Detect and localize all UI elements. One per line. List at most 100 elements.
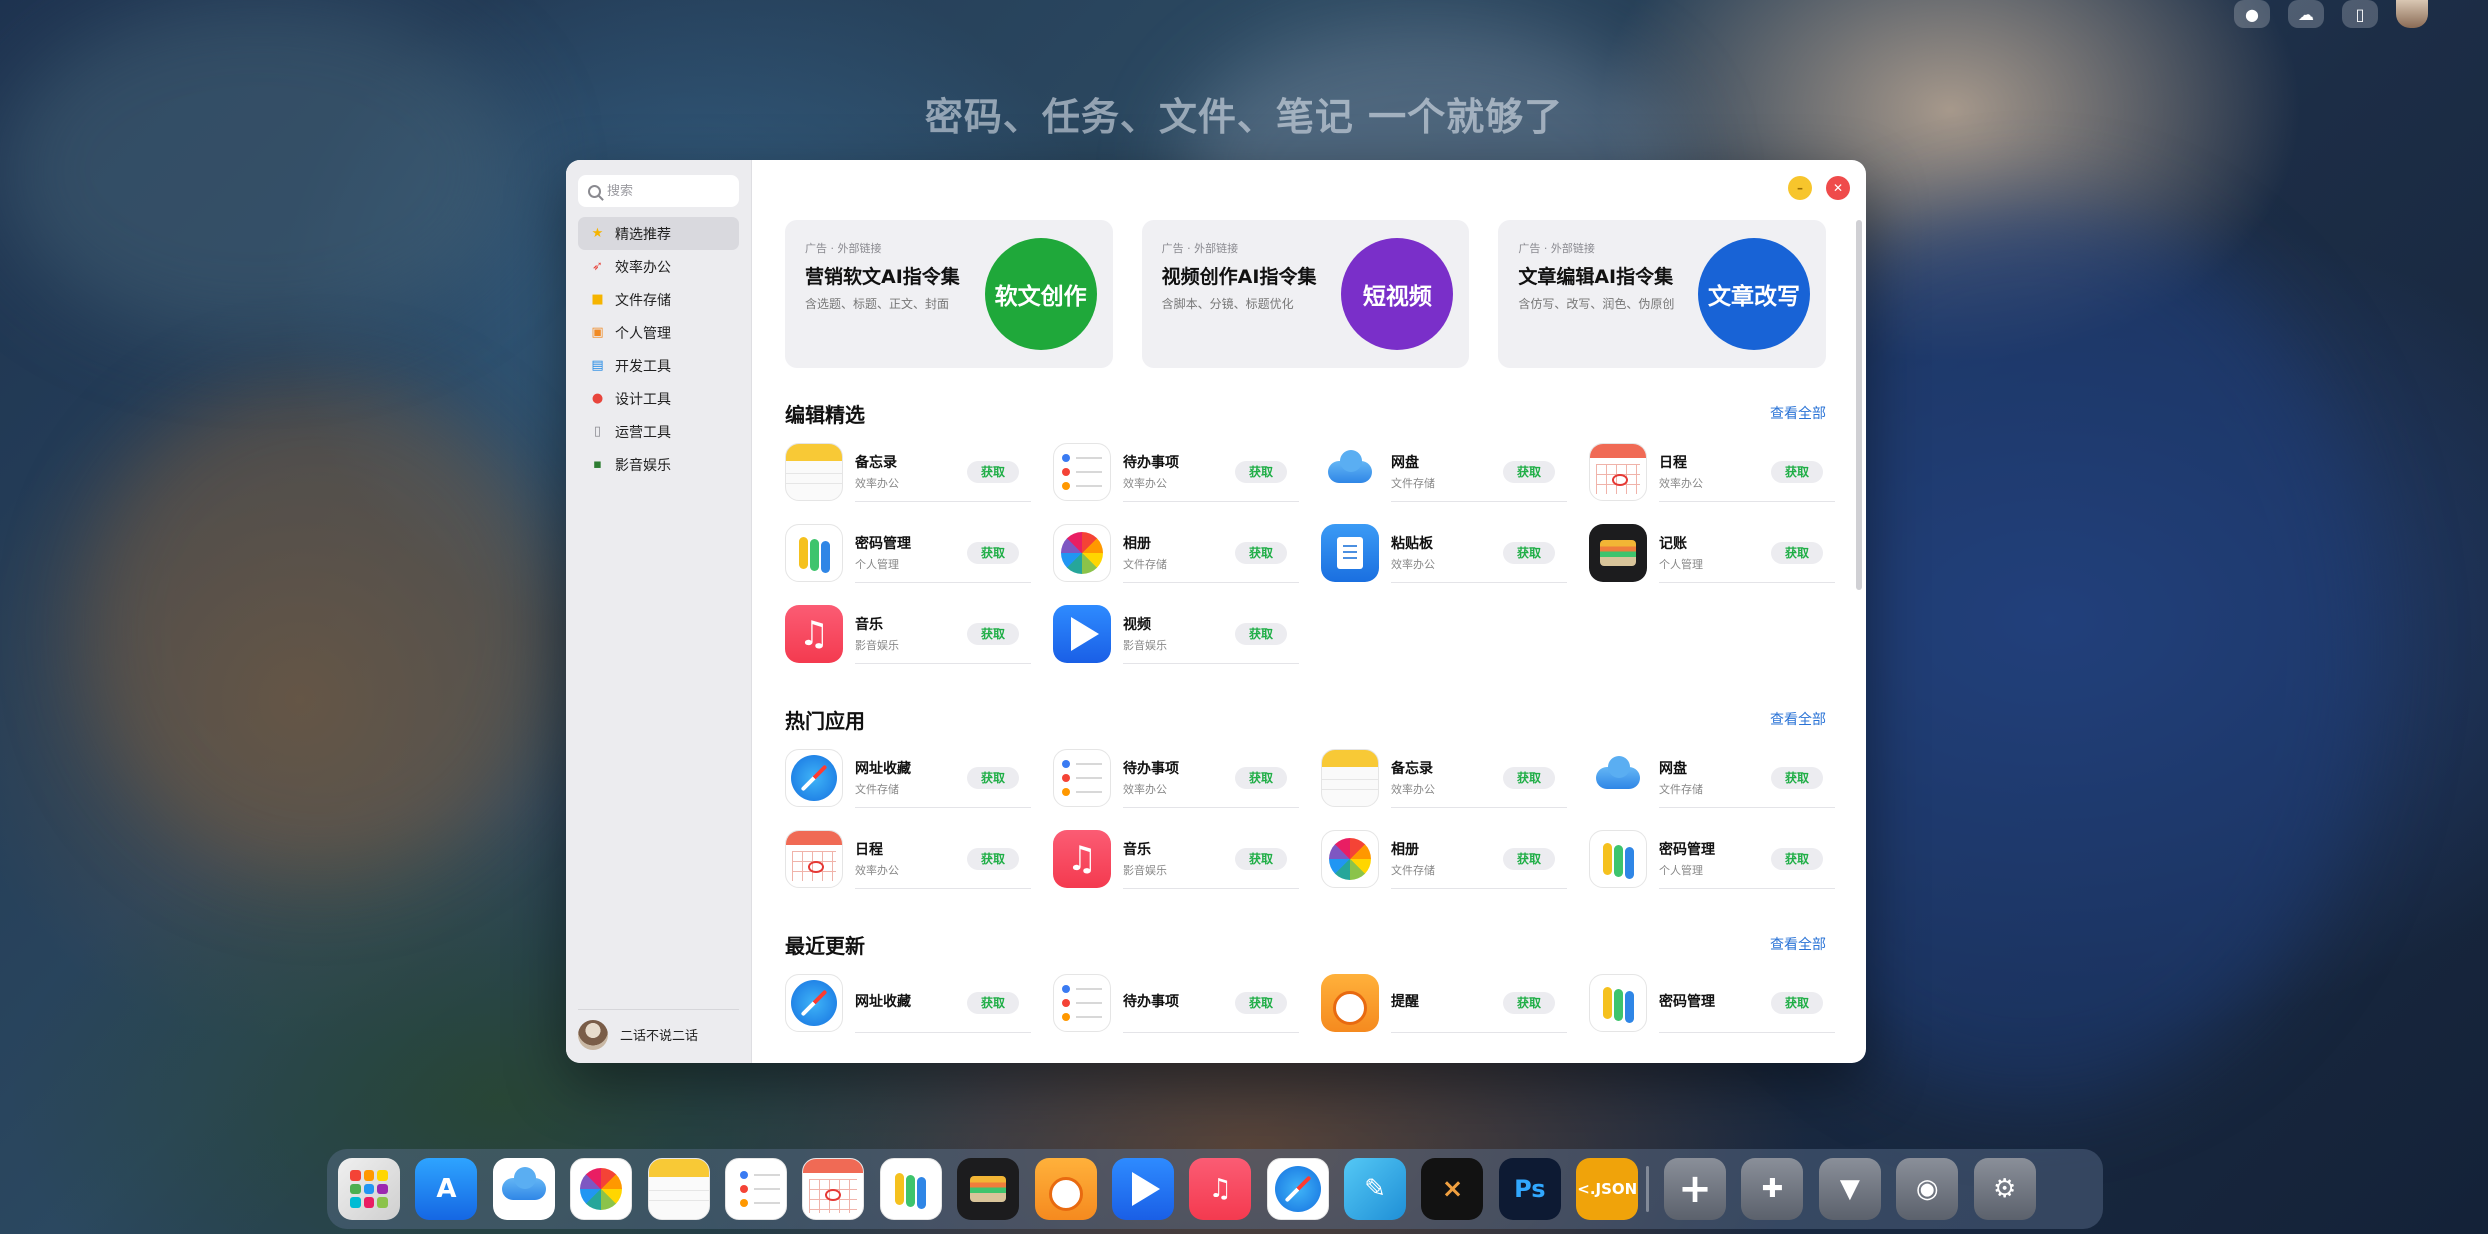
get-button[interactable]: 获取 xyxy=(1235,622,1287,645)
sidebar-item-label: 效率办公 xyxy=(615,259,671,276)
alarm-clock-icon[interactable] xyxy=(1034,1158,1097,1220)
app-store-icon[interactable]: A xyxy=(415,1158,478,1220)
sidebar-item-4[interactable]: ▤ 开发工具 xyxy=(578,349,739,382)
get-button[interactable]: 获取 xyxy=(1235,766,1287,789)
app-item[interactable]: 网盘 文件存储 获取 xyxy=(1321,442,1567,502)
app-item[interactable]: 密码管理 个人管理 获取 xyxy=(1589,829,1835,889)
app-item[interactable]: 备忘录 效率办公 获取 xyxy=(785,442,1031,502)
search-input[interactable] xyxy=(607,183,727,199)
app-icon[interactable]: ● xyxy=(2234,0,2270,28)
music-icon[interactable]: ♫ xyxy=(1189,1158,1252,1220)
video-play-icon[interactable] xyxy=(1111,1158,1174,1220)
get-button[interactable]: 获取 xyxy=(1503,460,1555,483)
photos-icon[interactable] xyxy=(570,1158,633,1220)
calendar-icon[interactable] xyxy=(802,1158,865,1220)
app-item[interactable]: 待办事项 效率办公 获取 xyxy=(1053,442,1299,502)
app-item[interactable]: 备忘录 效率办公 获取 xyxy=(1321,748,1567,808)
search-box[interactable] xyxy=(578,175,739,207)
lock-settings-icon[interactable]: ◉ xyxy=(1896,1158,1959,1220)
see-all-link[interactable]: 查看全部 xyxy=(1770,709,1826,729)
app-item[interactable]: 记账 个人管理 获取 xyxy=(1589,523,1835,583)
puzzle-icon[interactable]: ✚ xyxy=(1741,1158,1804,1220)
user-profile[interactable]: 二话不说二话 xyxy=(578,1009,739,1050)
sidebar-item-5[interactable]: ● 设计工具 xyxy=(578,382,739,415)
wallet-icon[interactable] xyxy=(957,1158,1020,1220)
avatar[interactable] xyxy=(2396,0,2428,28)
app-item[interactable]: 相册 文件存储 获取 xyxy=(1321,829,1567,889)
scrollbar[interactable] xyxy=(1856,220,1862,590)
app-category: 效率办公 xyxy=(1391,558,1435,571)
sidebar-item-3[interactable]: ▣ 个人管理 xyxy=(578,316,739,349)
ad-banner[interactable]: 广告 · 外部链接 营销软文AI指令集 含选题、标题、正文、封面 软文创作 xyxy=(785,220,1113,368)
app-item[interactable]: 提醒 获取 xyxy=(1321,973,1567,1033)
get-button[interactable]: 获取 xyxy=(967,991,1019,1014)
get-button[interactable]: 获取 xyxy=(1235,847,1287,870)
get-button[interactable]: 获取 xyxy=(1503,541,1555,564)
get-button[interactable]: 获取 xyxy=(967,766,1019,789)
sidebar-item-1[interactable]: ➶ 效率办公 xyxy=(578,250,739,283)
app-info: 网址收藏 获取 xyxy=(855,973,1031,1033)
json-icon[interactable]: <.JSON xyxy=(1576,1158,1639,1220)
get-button[interactable]: 获取 xyxy=(1771,541,1823,564)
sidebar-item-7[interactable]: ▪ 影音娱乐 xyxy=(578,448,739,481)
get-button[interactable]: 获取 xyxy=(967,847,1019,870)
app-item[interactable]: 密码管理 获取 xyxy=(1589,973,1835,1033)
sidebar-item-0[interactable]: ★ 精选推荐 xyxy=(578,217,739,250)
cloud-drive-icon[interactable] xyxy=(492,1158,555,1220)
paint-brush-icon[interactable]: ▼ xyxy=(1818,1158,1881,1220)
get-button[interactable]: 获取 xyxy=(1503,847,1555,870)
get-button[interactable]: 获取 xyxy=(967,460,1019,483)
notes-icon[interactable] xyxy=(647,1158,710,1220)
get-button[interactable]: 获取 xyxy=(1235,541,1287,564)
app-name: 网址收藏 xyxy=(855,761,911,777)
get-button[interactable]: 获取 xyxy=(1771,847,1823,870)
app-item[interactable]: ♫ 音乐 影音娱乐 获取 xyxy=(785,604,1031,664)
system-settings-icon[interactable]: ⚙ xyxy=(1973,1158,2036,1220)
get-button[interactable]: 获取 xyxy=(1503,766,1555,789)
get-button[interactable]: 获取 xyxy=(967,622,1019,645)
sidebar-item-6[interactable]: ▯ 运营工具 xyxy=(578,415,739,448)
minimize-button[interactable]: – xyxy=(1788,176,1812,200)
close-button[interactable]: ✕ xyxy=(1826,176,1850,200)
password-keys-icon[interactable] xyxy=(879,1158,942,1220)
app-item[interactable]: 粘贴板效率办公 获取 xyxy=(1321,523,1567,583)
sidebar-item-2[interactable]: ■ 文件存储 xyxy=(578,283,739,316)
app-item[interactable]: 待办事项 获取 xyxy=(1053,973,1299,1033)
app-item[interactable]: 日程 效率办公 获取 xyxy=(1589,442,1835,502)
app-name: 待办事项 xyxy=(1123,455,1179,471)
app-item[interactable]: 密码管理 个人管理 获取 xyxy=(785,523,1031,583)
get-button[interactable]: 获取 xyxy=(1235,460,1287,483)
app-name: 粘贴板 xyxy=(1391,536,1433,552)
get-button[interactable]: 获取 xyxy=(1771,766,1823,789)
ad-banner[interactable]: 广告 · 外部链接 文章编辑AI指令集 含仿写、改写、润色、伪原创 文章改写 xyxy=(1498,220,1827,368)
app-item[interactable]: 网盘 文件存储 获取 xyxy=(1589,748,1835,808)
pen-notes-icon[interactable]: ✎ xyxy=(1344,1158,1407,1220)
get-button[interactable]: 获取 xyxy=(1503,991,1555,1014)
ad-badge: 文章改写 xyxy=(1698,238,1811,350)
app-item[interactable]: 待办事项 效率办公 获取 xyxy=(1053,748,1299,808)
todo-icon xyxy=(1053,749,1111,807)
get-button[interactable]: 获取 xyxy=(1771,460,1823,483)
app-text: 密码管理 xyxy=(1659,991,1715,1014)
ad-banner[interactable]: 广告 · 外部链接 视频创作AI指令集 含脚本、分镜、标题优化 短视频 xyxy=(1141,220,1470,368)
get-button[interactable]: 获取 xyxy=(967,541,1019,564)
app-item[interactable]: 日程 效率办公 获取 xyxy=(785,829,1031,889)
see-all-link[interactable]: 查看全部 xyxy=(1770,934,1826,954)
get-button[interactable]: 获取 xyxy=(1771,991,1823,1014)
cloud-icon[interactable]: ☁ xyxy=(2288,0,2324,28)
safari-compass-icon[interactable] xyxy=(1266,1158,1329,1220)
dock-label: <.JSON xyxy=(1577,1180,1638,1198)
app-item[interactable]: 视频 影音娱乐 获取 xyxy=(1053,604,1299,664)
see-all-link[interactable]: 查看全部 xyxy=(1770,403,1826,423)
app-item[interactable]: ♫ 音乐 影音娱乐 获取 xyxy=(1053,829,1299,889)
launchpad-icon[interactable] xyxy=(338,1158,400,1220)
app-item[interactable]: 网址收藏 文件存储 获取 xyxy=(785,748,1031,808)
get-button[interactable]: 获取 xyxy=(1235,991,1287,1014)
photoshop-icon[interactable]: Ps xyxy=(1498,1158,1561,1220)
app-item[interactable]: 相册 文件存储 获取 xyxy=(1053,523,1299,583)
todo-icon[interactable] xyxy=(724,1158,787,1220)
sidebar-toggle-icon[interactable]: ▯ xyxy=(2342,0,2378,28)
diff-merge-icon[interactable]: ⨯ xyxy=(1421,1158,1484,1220)
plus-icon[interactable]: + xyxy=(1664,1158,1727,1220)
app-item[interactable]: 网址收藏 获取 xyxy=(785,973,1031,1033)
